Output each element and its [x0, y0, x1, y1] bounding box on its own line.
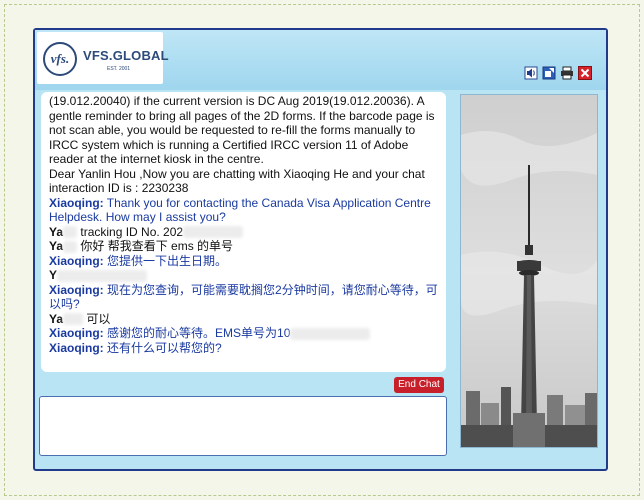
chat-line-agent: Xiaoqing: 感谢您的耐心等待。EMS单号为10	[49, 326, 440, 341]
chat-window: vfs. VFS.GLOBAL EST. 2001 (19.012.20040)…	[33, 28, 608, 471]
agent-message: Thank you for contacting the Canada Visa…	[49, 195, 431, 225]
chat-line-agent: Xiaoqing: 您提供一下出生日期。	[49, 254, 440, 269]
user-message: 可以	[86, 311, 111, 326]
logo-name: VFS.GLOBAL	[83, 48, 169, 63]
print-icon[interactable]	[560, 66, 574, 80]
chat-line-system: (19.012.20040) if the current version is…	[49, 94, 435, 166]
logo-mark: vfs.	[43, 42, 77, 76]
agent-name: Xiaoqing:	[49, 340, 104, 355]
agent-message: 您提供一下出生日期。	[107, 253, 228, 268]
popout-icon[interactable]	[542, 66, 556, 80]
redacted-text	[63, 313, 84, 326]
chat-line-agent: Xiaoqing: Thank you for contacting the C…	[49, 196, 440, 225]
agent-name: Xiaoqing:	[49, 326, 104, 340]
toolbar-icons	[524, 66, 592, 80]
chat-line-user: Ya tracking ID No. 202	[49, 225, 440, 240]
redacted-text	[57, 269, 148, 282]
redacted-text	[63, 226, 78, 239]
chat-log[interactable]: (19.012.20040) if the current version is…	[41, 92, 446, 372]
redacted-text	[183, 226, 244, 239]
redacted-text	[63, 240, 78, 253]
vfs-logo: vfs. VFS.GLOBAL EST. 2001	[37, 32, 169, 84]
chat-line-agent: Xiaoqing: 现在为您查询，可能需要耽搁您2分钟时间，请您耐心等待，可以吗…	[49, 283, 440, 312]
user-name: Ya	[49, 311, 64, 326]
end-chat-button[interactable]: End Chat	[394, 377, 444, 393]
chat-line-user: Ya 可以	[49, 312, 440, 327]
agent-message: 现在为您查询，可能需要耽搁您2分钟时间，请您耐心等待，可以吗?	[49, 282, 438, 312]
chat-line-agent: Xiaoqing: 还有什么可以帮您的?	[49, 341, 440, 356]
redacted-text	[290, 327, 371, 340]
speaker-icon[interactable]	[524, 66, 538, 80]
message-input[interactable]	[39, 396, 447, 456]
user-name: Y	[49, 268, 58, 282]
agent-message: 感谢您的耐心等待。EMS单号为10	[107, 326, 291, 340]
agent-name: Xiaoqing:	[49, 195, 104, 210]
user-name: Ya	[49, 224, 64, 239]
agent-name: Xiaoqing:	[49, 253, 104, 268]
user-message: tracking ID No. 202	[80, 224, 184, 239]
user-name: Ya	[49, 239, 64, 253]
chat-line-user: Y	[49, 268, 440, 283]
cn-tower-photo	[460, 94, 598, 448]
agent-message: 还有什么可以帮您的?	[107, 340, 222, 355]
logo-est: EST. 2001	[107, 66, 131, 72]
user-message: 你好 帮我查看下 ems 的单号	[80, 239, 234, 253]
chat-line-user: Ya 你好 帮我查看下 ems 的单号	[49, 239, 440, 254]
close-icon[interactable]	[578, 66, 592, 80]
chat-line-system: Dear Yanlin Hou ,Now you are chatting wi…	[49, 166, 425, 196]
agent-name: Xiaoqing:	[49, 282, 104, 297]
